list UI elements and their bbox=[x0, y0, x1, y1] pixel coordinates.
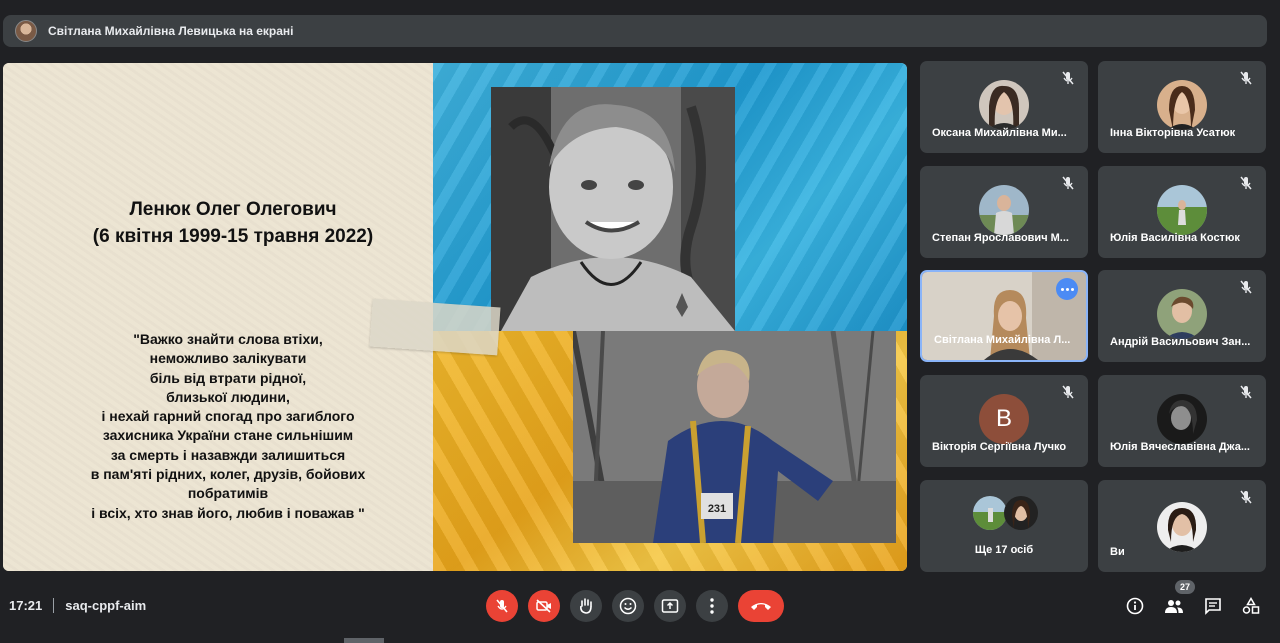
people-button[interactable] bbox=[1163, 596, 1185, 616]
more-participants-label: Ще 17 осіб bbox=[974, 544, 1034, 556]
call-end-icon bbox=[751, 603, 771, 610]
participant-name: Вікторія Сергіївна Лучко bbox=[932, 441, 1067, 453]
presenter-banner: Світлана Михайлівна Левицька на екрані bbox=[3, 15, 1267, 47]
participant-name: Оксана Михайлівна Ми... bbox=[932, 127, 1067, 139]
participant-letter-avatar: B bbox=[979, 394, 1029, 444]
participant-tile[interactable]: Оксана Михайлівна Ми... bbox=[920, 61, 1088, 153]
participant-name: Інна Вікторівна Усатюк bbox=[1110, 127, 1236, 139]
raise-hand-icon bbox=[580, 598, 592, 614]
activities-icon bbox=[1242, 597, 1260, 614]
quote-line: в пам'яті рідних, колег, друзів, бойових bbox=[90, 466, 366, 483]
participant-tile[interactable]: Юлія Вячеславівна Джа... bbox=[1098, 375, 1266, 467]
mic-off-icon bbox=[496, 599, 508, 613]
participant-name: Андрій Васильович Зан... bbox=[1110, 336, 1251, 348]
participant-avatar bbox=[1157, 289, 1207, 339]
participant-name: Ви bbox=[1110, 546, 1125, 558]
mic-off-icon bbox=[1240, 176, 1252, 190]
quote-line: неможливо залікувати bbox=[149, 350, 307, 367]
slide-title-dates: (6 квітня 1999-15 травня 2022) bbox=[92, 226, 374, 247]
participant-name: Степан Ярославович М... bbox=[932, 232, 1069, 244]
chat-button[interactable] bbox=[1203, 596, 1223, 616]
quote-line: близької людини, bbox=[166, 388, 290, 405]
shared-screen: 231 Ленюк Олег Олегович (6 квітня 1999-1… bbox=[3, 63, 907, 571]
emoji-icon bbox=[619, 597, 637, 615]
mic-toggle-button[interactable] bbox=[486, 590, 518, 622]
participant-tile[interactable]: Юлія Василівна Костюк bbox=[1098, 166, 1266, 258]
people-icon bbox=[1165, 600, 1183, 613]
emoji-button[interactable] bbox=[612, 590, 644, 622]
participant-name: Світлана Михайлівна Л... bbox=[934, 334, 1071, 346]
meeting-details: 17:21 saq-cppf-aim bbox=[9, 598, 146, 613]
quote-line: захисника України стане сильнішим bbox=[102, 427, 354, 444]
participant-avatar bbox=[1157, 80, 1207, 130]
mic-off-icon bbox=[1062, 385, 1074, 399]
present-screen-button[interactable] bbox=[654, 590, 686, 622]
portrait-photo bbox=[491, 87, 735, 331]
mic-off-icon bbox=[1240, 71, 1252, 85]
camera-off-icon bbox=[536, 599, 551, 613]
participant-tile[interactable]: Степан Ярославович М... bbox=[920, 166, 1088, 258]
participant-tile[interactable]: Андрій Васильович Зан... bbox=[1098, 270, 1266, 362]
presenter-banner-text: Світлана Михайлівна Левицька на екрані bbox=[48, 24, 294, 38]
participant-avatar bbox=[1157, 185, 1207, 235]
raise-hand-button[interactable] bbox=[570, 590, 602, 622]
scrollbar-indicator bbox=[344, 638, 384, 643]
mic-off-icon bbox=[1062, 176, 1074, 190]
participant-name: Юлія Вячеславівна Джа... bbox=[1110, 441, 1250, 453]
participants-count-badge: 27 bbox=[1175, 580, 1195, 594]
present-icon bbox=[661, 599, 679, 613]
more-participants-tile[interactable]: Ще 17 осіб bbox=[920, 480, 1088, 572]
mic-off-icon bbox=[1240, 490, 1252, 504]
participant-avatar bbox=[1157, 394, 1207, 444]
participant-tile[interactable]: B Вікторія Сергіївна Лучко bbox=[920, 375, 1088, 467]
slide-title-name: Ленюк Олег Олегович bbox=[129, 199, 337, 220]
hang-up-button[interactable] bbox=[738, 590, 784, 622]
meeting-code: saq-cppf-aim bbox=[65, 598, 147, 613]
participant-avatar bbox=[973, 496, 1007, 530]
quote-line: за смерть і назавжди залишиться bbox=[110, 446, 346, 463]
mic-off-icon bbox=[1240, 280, 1252, 294]
divider bbox=[53, 598, 55, 613]
info-icon bbox=[1126, 597, 1144, 615]
participant-avatar bbox=[1157, 502, 1207, 552]
chat-icon bbox=[1205, 598, 1221, 615]
participant-avatar bbox=[1004, 496, 1038, 530]
quote-line: біль від втрати рідної, bbox=[149, 369, 307, 386]
participant-name: Юлія Василівна Костюк bbox=[1110, 232, 1240, 244]
more-options-button[interactable] bbox=[696, 590, 728, 622]
mic-off-icon bbox=[1062, 71, 1074, 85]
more-vert-icon bbox=[710, 598, 714, 614]
clock: 17:21 bbox=[9, 598, 43, 613]
participant-tile[interactable]: Інна Вікторівна Усатюк bbox=[1098, 61, 1266, 153]
slide-title: Ленюк Олег Олегович (6 квітня 1999-15 тр… bbox=[63, 196, 403, 250]
mic-off-icon bbox=[1240, 385, 1252, 399]
bib-number: 231 bbox=[708, 503, 726, 515]
participant-tile-self[interactable]: Ви bbox=[1098, 480, 1266, 572]
quote-line: і всіх, хто знав його, любив і поважав " bbox=[91, 504, 365, 521]
more-options-button[interactable] bbox=[1056, 278, 1078, 300]
quote-line: "Важко знайти слова втіхи, bbox=[133, 331, 323, 347]
presenter-avatar bbox=[15, 20, 37, 42]
quote-line: і нехай гарний спогад про загиблого bbox=[101, 408, 355, 425]
camera-toggle-button[interactable] bbox=[528, 590, 560, 622]
participant-avatar bbox=[979, 185, 1029, 235]
slide-quote: "Важко знайти слова втіхи, неможливо зал… bbox=[78, 330, 378, 523]
participant-avatar bbox=[979, 80, 1029, 130]
participant-tile-active-speaker[interactable]: Світлана Михайлівна Л... bbox=[920, 270, 1088, 362]
running-photo: 231 bbox=[573, 331, 896, 543]
quote-line: побратимів bbox=[187, 485, 269, 502]
activities-button[interactable] bbox=[1241, 596, 1261, 616]
meeting-info-button[interactable] bbox=[1125, 596, 1145, 616]
tape-decoration bbox=[369, 298, 501, 356]
